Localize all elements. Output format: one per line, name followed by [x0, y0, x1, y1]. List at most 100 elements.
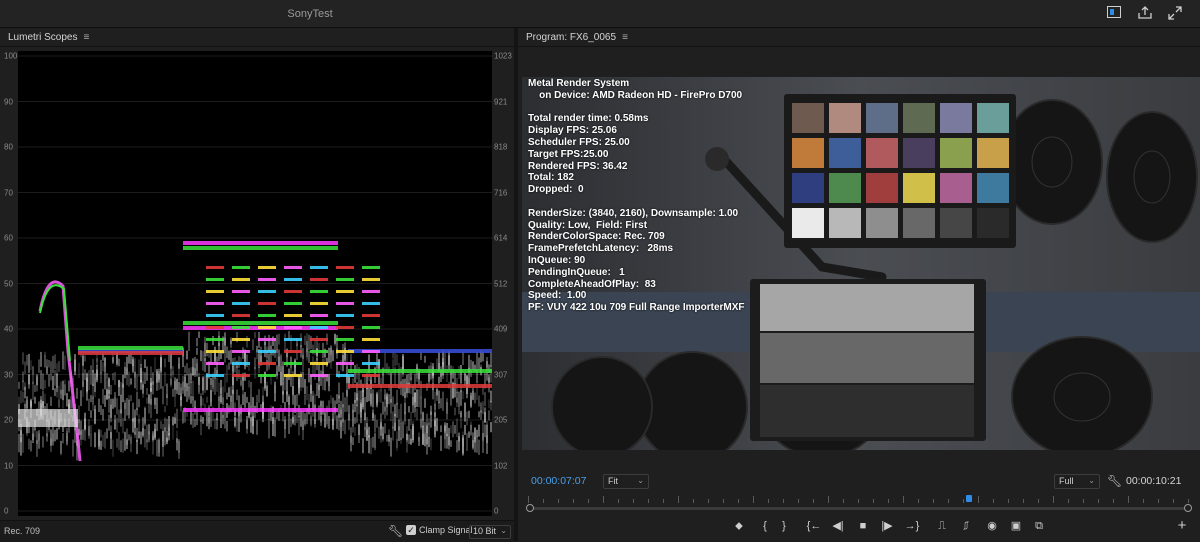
axis-tick-label: 614 — [494, 233, 508, 243]
ruler-tick — [1023, 499, 1024, 503]
zoom-scrollbar[interactable] — [528, 507, 1188, 510]
lift-icon[interactable]: ⎍ — [934, 519, 950, 533]
proxy-toggle-icon[interactable]: ⧉ — [1031, 519, 1047, 533]
overlay-line: Target FPS:25.00 — [528, 148, 609, 160]
color-patch — [792, 138, 824, 168]
scrollbar-end-handle[interactable] — [1184, 504, 1192, 512]
ruler-tick — [1113, 499, 1114, 503]
wrench-icon[interactable]: 🔧︎ — [1107, 474, 1122, 488]
add-button-icon[interactable]: + — [1174, 518, 1190, 533]
ruler-tick — [543, 499, 544, 503]
color-patch — [977, 173, 1009, 203]
resolution-select[interactable]: Full ⌄ — [1054, 474, 1100, 489]
overlay-line: Speed: 1.00 — [528, 290, 587, 302]
ruler-tick — [1128, 496, 1129, 503]
overlay-line: Dropped: 0 — [528, 184, 584, 196]
ruler-tick — [1158, 499, 1159, 503]
current-timecode[interactable]: 00:00:07:07 — [531, 475, 586, 487]
zoom-select[interactable]: Fit ⌄ — [603, 474, 649, 489]
ruler-tick — [693, 499, 694, 503]
transport-controls: ⬥ {} {← ◀| ■ |▶ →} ⎍ ⎎ ◉ ▣ ⧉ + — [0, 518, 1200, 533]
ruler-tick — [933, 499, 934, 503]
ruler-tick — [1188, 499, 1189, 503]
axis-tick-label: 10 — [4, 461, 13, 470]
color-patch — [940, 138, 972, 168]
color-patch — [792, 103, 824, 133]
panel-header: Lumetri Scopes ≡ — [0, 28, 514, 47]
axis-tick-label: 100 — [4, 51, 18, 61]
axis-tick-label: 307 — [494, 370, 508, 379]
ruler-tick — [828, 496, 829, 503]
axis-tick-label: 40 — [4, 324, 13, 334]
ruler-tick — [603, 496, 604, 503]
overlay-line: Display FPS: 25.06 — [528, 125, 617, 137]
ruler-tick — [528, 496, 529, 503]
axis-tick-label: 0 — [494, 506, 499, 516]
add-marker-icon[interactable]: ⬥ — [731, 519, 747, 533]
axis-tick-label: 1023 — [494, 51, 512, 61]
axis-tick-label: 921 — [494, 97, 508, 106]
mark-out-icon[interactable]: } — [776, 519, 792, 533]
ruler-tick — [948, 499, 949, 503]
fullscreen-icon[interactable] — [1167, 6, 1183, 20]
axis-tick-label: 20 — [4, 415, 13, 425]
scrollbar-start-handle[interactable] — [526, 504, 534, 512]
step-back-icon[interactable]: ◀| — [830, 519, 846, 533]
overlay-line: Total render time: 0.58ms — [528, 113, 649, 125]
ruler-tick — [1068, 499, 1069, 503]
comparison-view-icon[interactable]: ▣ — [1008, 519, 1024, 533]
axis-tick-label: 409 — [494, 324, 508, 334]
tab-lumetri-scopes[interactable]: Lumetri Scopes ≡ — [8, 32, 89, 43]
hamburger-menu-icon[interactable]: ≡ — [83, 32, 89, 43]
axis-tick-label: 60 — [4, 233, 13, 243]
overlay-line: Total: 182 — [528, 172, 574, 184]
ruler-tick — [708, 499, 709, 503]
overlay-line — [528, 196, 745, 208]
export-icon[interactable] — [1137, 6, 1153, 20]
extract-icon[interactable]: ⎎ — [958, 519, 974, 533]
ruler-tick — [1008, 499, 1009, 503]
playhead[interactable] — [966, 495, 972, 502]
ruler-tick — [813, 499, 814, 503]
ruler-tick — [738, 499, 739, 503]
color-patch — [866, 208, 898, 238]
color-patch — [940, 173, 972, 203]
axis-tick-label: 205 — [494, 415, 508, 425]
axis-tick-label: 30 — [4, 370, 13, 379]
color-patch — [866, 173, 898, 203]
color-patch — [940, 103, 972, 133]
ruler-tick — [573, 499, 574, 503]
export-frame-icon[interactable]: ◉ — [984, 519, 1000, 533]
axis-tick-label: 818 — [494, 142, 508, 152]
ruler-tick — [1173, 499, 1174, 503]
tab-label: Program: FX6_0065 — [526, 32, 617, 43]
ruler-tick — [588, 499, 589, 503]
window-title: SonyTest — [287, 8, 333, 20]
ruler-tick — [873, 499, 874, 503]
step-forward-icon[interactable]: |▶ — [879, 519, 895, 533]
ruler-tick — [1053, 496, 1054, 503]
color-patch — [903, 208, 935, 238]
go-to-out-icon[interactable]: →} — [904, 519, 920, 533]
mark-in-icon[interactable]: { — [757, 519, 773, 533]
color-patch — [977, 103, 1009, 133]
overlay-line: RenderSize: (3840, 2160), Downsample: 1.… — [528, 207, 739, 219]
axis-tick-label: 0 — [4, 506, 9, 516]
tab-label: Lumetri Scopes — [8, 32, 78, 43]
chevron-down-icon: ⌄ — [637, 476, 644, 485]
ruler-tick — [963, 499, 964, 503]
go-to-in-icon[interactable]: {← — [806, 519, 822, 533]
ruler-tick — [798, 499, 799, 503]
color-patch — [903, 138, 935, 168]
axis-tick-label: 50 — [4, 279, 13, 288]
overlay-line: InQueue: 90 — [528, 254, 586, 266]
overlay-line: Scheduler FPS: 25.00 — [528, 136, 630, 148]
waveform-display — [18, 55, 492, 512]
timeline-ruler[interactable] — [528, 495, 1189, 503]
ruler-tick — [618, 499, 619, 503]
hamburger-menu-icon[interactable]: ≡ — [622, 32, 628, 43]
workspace-icon[interactable] — [1106, 6, 1122, 20]
scope-left-axis: 100 90 80 70 60 50 40 30 20 10 0 — [0, 51, 18, 516]
tab-program[interactable]: Program: FX6_0065 ≡ — [526, 32, 628, 43]
stop-icon[interactable]: ■ — [855, 519, 871, 533]
